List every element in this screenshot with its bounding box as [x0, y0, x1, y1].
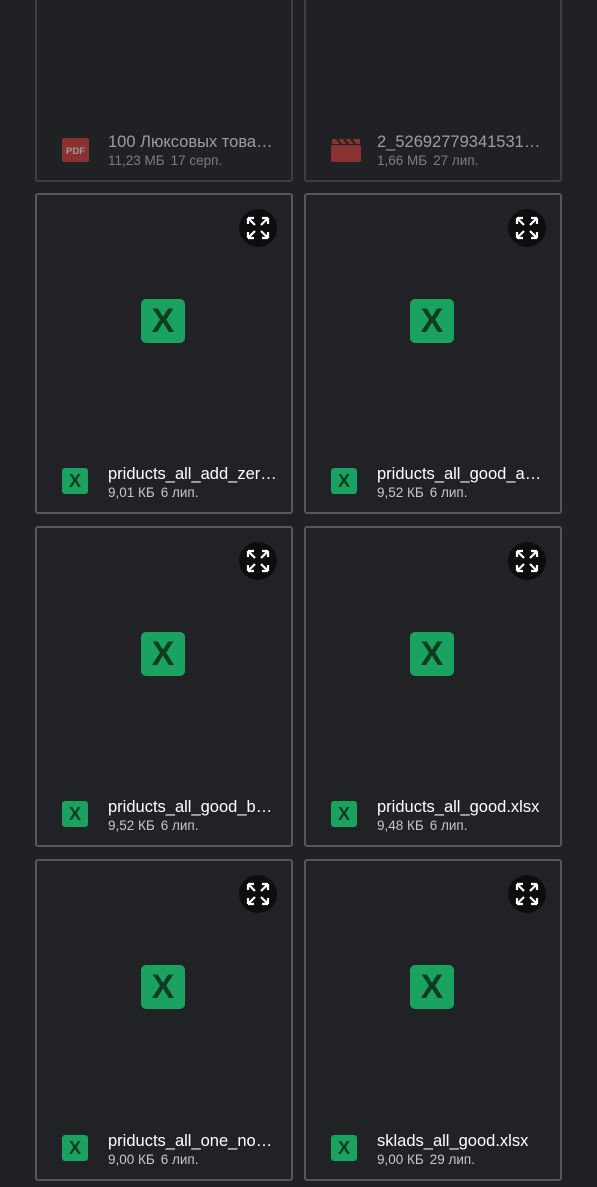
file-date: 6 лип.: [160, 818, 199, 833]
excel-icon: X: [62, 801, 88, 827]
file-meta: 9,52 КБ 6 лип.: [377, 485, 548, 501]
file-date: 27 лип.: [433, 153, 479, 168]
pdf-icon: PDF: [62, 138, 89, 162]
file-size: 9,52 КБ: [108, 818, 155, 833]
file-name: priducts_all_good_b…: [108, 798, 273, 816]
file-date: 6 лип.: [160, 485, 199, 500]
file-size: 9,52 КБ: [377, 485, 424, 500]
file-size: 1,66 МБ: [377, 153, 428, 168]
file-meta: 9,00 КБ 6 лип.: [108, 1152, 279, 1168]
excel-icon: X: [331, 468, 357, 494]
file-meta: 9,00 КБ 29 лип.: [377, 1152, 548, 1168]
expand-arrows-icon: [246, 216, 270, 240]
file-date: 6 лип.: [160, 1152, 199, 1167]
expand-icon[interactable]: [239, 542, 277, 580]
excel-preview-icon: X: [141, 965, 185, 1009]
expand-icon[interactable]: [508, 209, 546, 247]
excel-preview-icon: X: [410, 965, 454, 1009]
expand-icon[interactable]: [239, 209, 277, 247]
expand-arrows-icon: [246, 549, 270, 573]
pdf-icon-label: PDF: [66, 146, 85, 157]
excel-preview-icon: X: [410, 632, 454, 676]
expand-icon[interactable]: [239, 875, 277, 913]
file-card[interactable]: X X priducts_all_add_zer… 9,01 КБ 6 лип.: [35, 193, 293, 514]
file-meta: 11,23 МБ 17 серп.: [108, 153, 279, 169]
file-name: sklads_all_good.xlsx: [377, 1132, 529, 1150]
file-name: priducts_all_add_zer…: [108, 465, 277, 483]
file-size: 9,00 КБ: [377, 1152, 424, 1167]
excel-preview-icon: X: [141, 299, 185, 343]
file-size: 9,00 КБ: [108, 1152, 155, 1167]
file-date: 29 лип.: [429, 1152, 475, 1167]
file-meta: 9,48 КБ 6 лип.: [377, 818, 548, 834]
video-icon: [331, 138, 361, 162]
expand-arrows-icon: [515, 216, 539, 240]
file-size: 11,23 МБ: [108, 153, 165, 168]
excel-preview-icon: X: [410, 299, 454, 343]
file-card[interactable]: X X priducts_all_good_a… 9,52 КБ 6 лип.: [304, 193, 562, 514]
file-name: 100 Люксовых товар…: [108, 133, 279, 151]
file-date: 6 лип.: [429, 485, 468, 500]
expand-arrows-icon: [246, 882, 270, 906]
file-name: 2_526927793415312…: [377, 133, 548, 151]
file-card[interactable]: PDF 100 Люксовых товар… 11,23 МБ 17 серп.: [35, 0, 293, 182]
file-size: 9,01 КБ: [108, 485, 155, 500]
file-card[interactable]: X X sklads_all_good.xlsx 9,00 КБ 29 лип.: [304, 859, 562, 1181]
file-name: priducts_all_one_no…: [108, 1132, 273, 1150]
file-meta: 9,52 КБ 6 лип.: [108, 818, 279, 834]
file-name: priducts_all_good.xlsx: [377, 798, 540, 816]
expand-arrows-icon: [515, 882, 539, 906]
excel-icon: X: [62, 468, 88, 494]
file-card[interactable]: X X priducts_all_one_no… 9,00 КБ 6 лип.: [35, 859, 293, 1181]
file-name: priducts_all_good_a…: [377, 465, 542, 483]
excel-preview-icon: X: [141, 632, 185, 676]
excel-icon: X: [62, 1135, 88, 1161]
file-meta: 9,01 КБ 6 лип.: [108, 485, 279, 501]
expand-arrows-icon: [515, 549, 539, 573]
file-size: 9,48 КБ: [377, 818, 424, 833]
file-card[interactable]: 2_526927793415312… 1,66 МБ 27 лип.: [304, 0, 562, 182]
expand-icon[interactable]: [508, 875, 546, 913]
excel-icon: X: [331, 1135, 357, 1161]
file-date: 17 серп.: [170, 153, 223, 168]
file-grid: PDF 100 Люксовых товар… 11,23 МБ 17 серп.…: [0, 0, 597, 1187]
file-meta: 1,66 МБ 27 лип.: [377, 153, 548, 169]
file-card[interactable]: X X priducts_all_good.xlsx 9,48 КБ 6 лип.: [304, 526, 562, 847]
file-card[interactable]: X X priducts_all_good_b… 9,52 КБ 6 лип.: [35, 526, 293, 847]
expand-icon[interactable]: [508, 542, 546, 580]
file-date: 6 лип.: [429, 818, 468, 833]
excel-icon: X: [331, 801, 357, 827]
